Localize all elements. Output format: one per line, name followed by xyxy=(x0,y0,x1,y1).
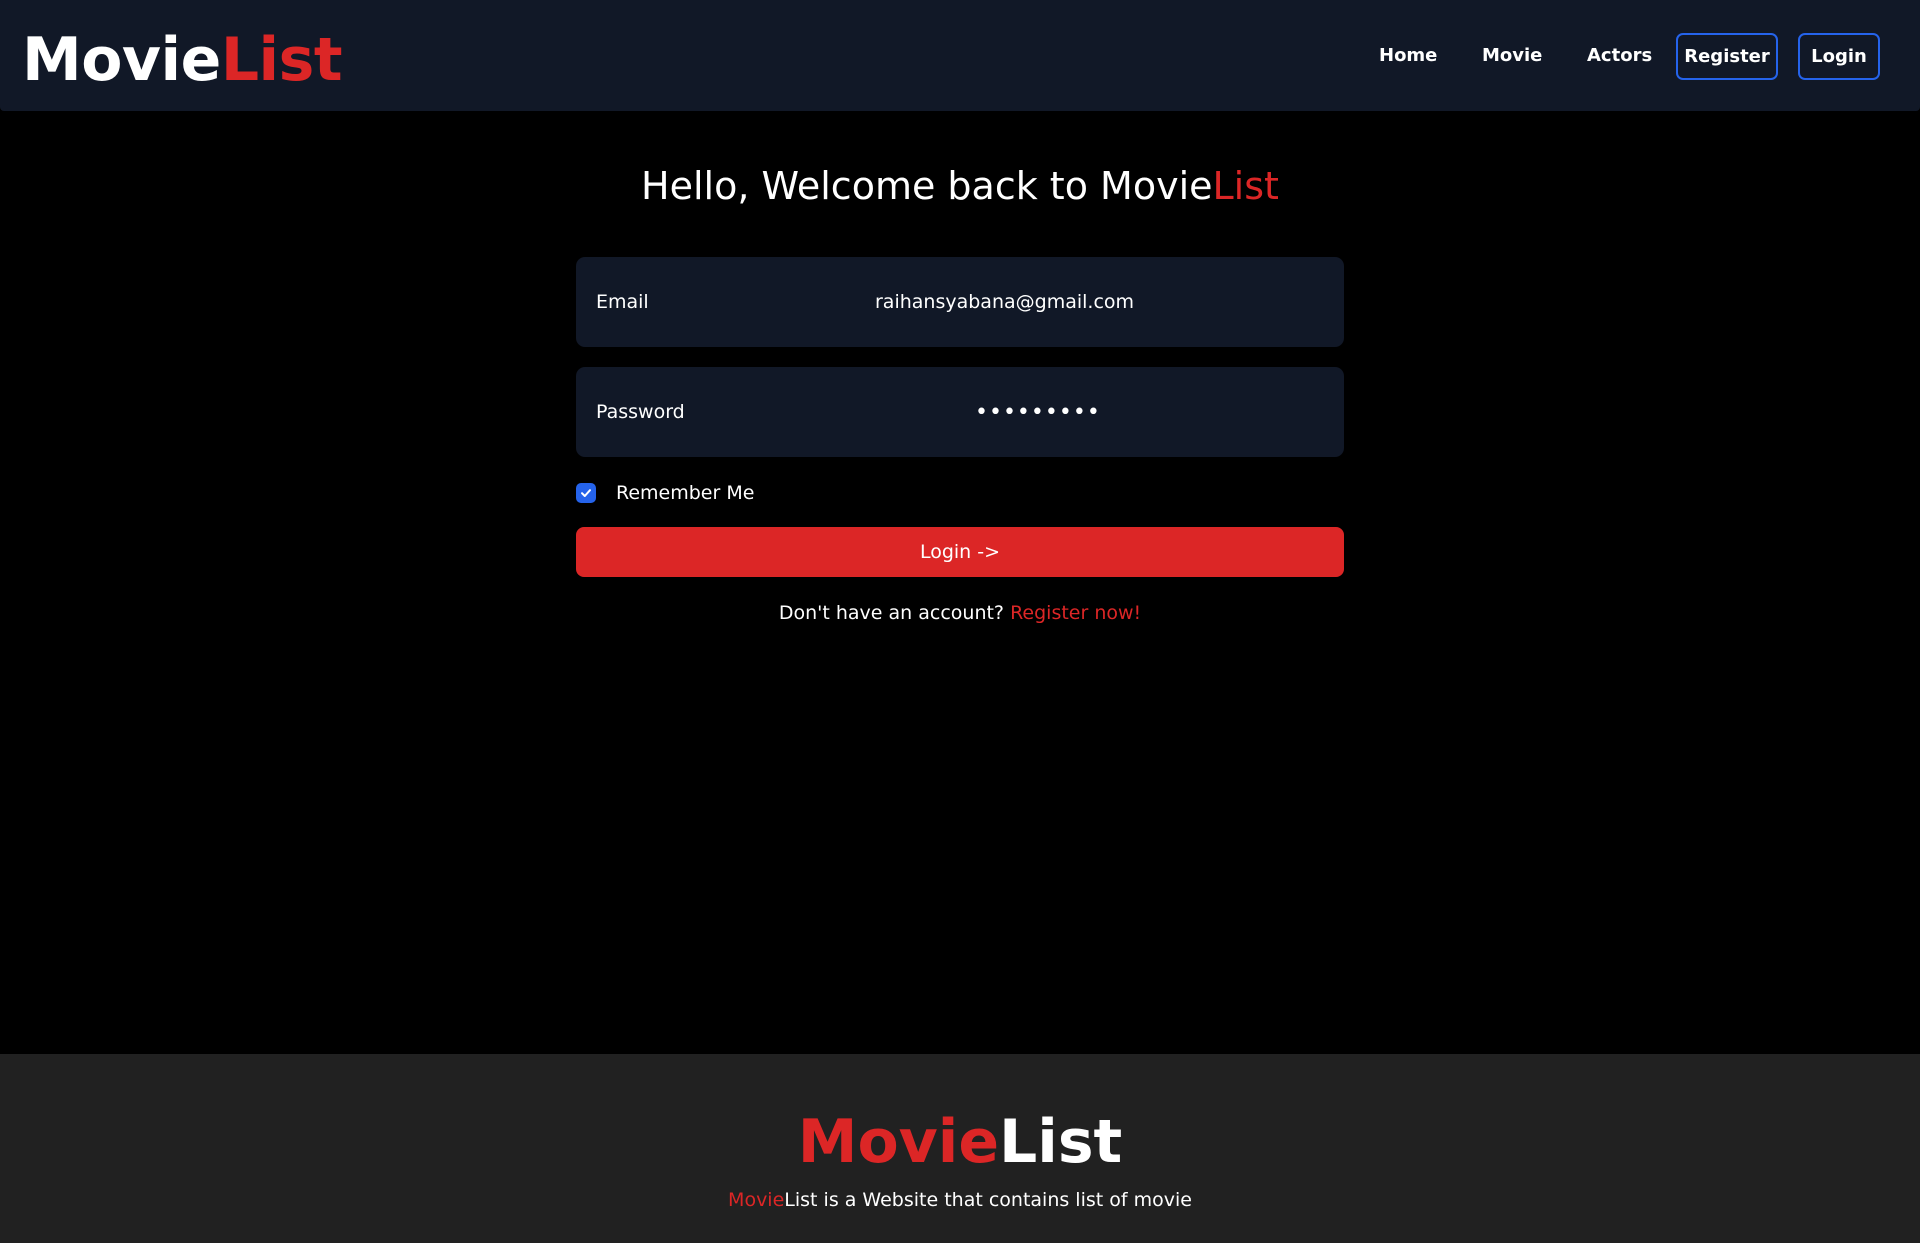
nav-login-button[interactable]: Login xyxy=(1798,33,1880,80)
footer-description: MovieList is a Website that contains lis… xyxy=(0,1188,1920,1212)
top-navbar: MovieList Home Movie Actors Register Log… xyxy=(0,0,1920,111)
email-label: Email xyxy=(596,291,649,313)
password-input[interactable] xyxy=(975,393,1275,431)
page-title-brand-movie: Movie xyxy=(1100,164,1213,208)
page-title-prefix: Hello, Welcome back to xyxy=(641,164,1101,208)
email-field-group: Email xyxy=(576,257,1344,347)
password-field-group: Password xyxy=(576,367,1344,457)
page-title: Hello, Welcome back to MovieList xyxy=(0,163,1920,209)
signup-prompt-text: Don't have an account? xyxy=(778,602,1011,624)
page-title-brand-list: List xyxy=(1212,164,1279,208)
remember-me-toggle[interactable]: Remember Me xyxy=(576,481,754,505)
password-label: Password xyxy=(596,401,685,423)
footer-description-brand: Movie xyxy=(728,1189,785,1211)
nav-link-home[interactable]: Home xyxy=(1379,44,1437,68)
footer-brand-movie: Movie xyxy=(797,1107,1000,1177)
footer-description-text: List is a Website that contains list of … xyxy=(784,1189,1192,1211)
remember-me-label: Remember Me xyxy=(616,482,755,504)
nav-link-actors[interactable]: Actors xyxy=(1587,44,1652,68)
register-now-link[interactable]: Register now! xyxy=(1010,602,1141,624)
email-input[interactable] xyxy=(875,283,1315,321)
nav-register-button[interactable]: Register xyxy=(1676,33,1778,80)
brand-logo-movie: Movie xyxy=(22,25,221,95)
nav-link-movie[interactable]: Movie xyxy=(1482,44,1542,68)
brand-logo[interactable]: MovieList xyxy=(22,22,343,98)
footer: MovieList MovieList is a Website that co… xyxy=(0,1054,1920,1243)
check-icon xyxy=(581,489,591,497)
brand-logo-list: List xyxy=(220,25,343,95)
login-submit-button[interactable]: Login -> xyxy=(576,527,1344,577)
footer-brand-list: List xyxy=(999,1107,1123,1177)
remember-me-checkbox[interactable] xyxy=(576,483,596,503)
signup-prompt: Don't have an account? Register now! xyxy=(0,601,1920,625)
footer-brand-logo: MovieList xyxy=(0,1104,1920,1180)
